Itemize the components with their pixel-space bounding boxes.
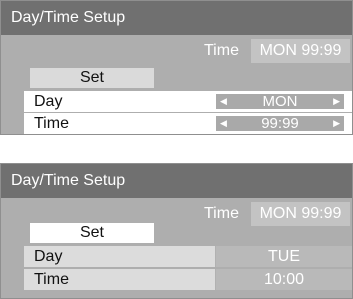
time-label: Time xyxy=(34,271,69,288)
day-row[interactable]: Day TUE xyxy=(24,246,352,267)
left-triangle-icon[interactable]: ◀ xyxy=(220,94,227,109)
time-value: 99:99 xyxy=(261,115,299,132)
current-time-label: Time xyxy=(204,42,239,59)
title-bar: Day/Time Setup xyxy=(1,1,352,35)
time-selector[interactable]: ◀ 99:99 ▶ xyxy=(216,116,344,131)
day-label: Day xyxy=(34,248,63,265)
day-value: TUE xyxy=(216,246,352,267)
set-button[interactable]: Set xyxy=(30,68,154,88)
current-time-label: Time xyxy=(204,205,239,222)
current-time-value: MON 99:99 xyxy=(251,202,350,226)
day-row[interactable]: Day ◀ MON ▶ xyxy=(24,91,352,112)
set-button[interactable]: Set xyxy=(30,223,154,243)
current-time-value: MON 99:99 xyxy=(251,39,350,63)
day-value: MON xyxy=(262,93,298,110)
panel-title: Day/Time Setup xyxy=(11,9,126,26)
panel-title: Day/Time Setup xyxy=(11,172,126,189)
time-row[interactable]: Time ◀ 99:99 ▶ xyxy=(24,113,352,134)
time-label: Time xyxy=(34,115,69,132)
title-bar: Day/Time Setup xyxy=(1,164,352,198)
time-value: 10:00 xyxy=(216,269,352,290)
right-triangle-icon[interactable]: ▶ xyxy=(333,116,340,131)
day-time-setup-panel-1: Day/Time Setup Time MON 99:99 Set Day ◀ … xyxy=(0,0,353,135)
day-time-setup-panel-2: Day/Time Setup Time MON 99:99 Set Day TU… xyxy=(0,163,353,299)
current-time-row: Time MON 99:99 xyxy=(1,39,352,63)
left-triangle-icon[interactable]: ◀ xyxy=(220,116,227,131)
day-label: Day xyxy=(34,93,63,110)
time-row[interactable]: Time 10:00 xyxy=(24,269,352,290)
day-selector[interactable]: ◀ MON ▶ xyxy=(216,94,344,109)
right-triangle-icon[interactable]: ▶ xyxy=(333,94,340,109)
